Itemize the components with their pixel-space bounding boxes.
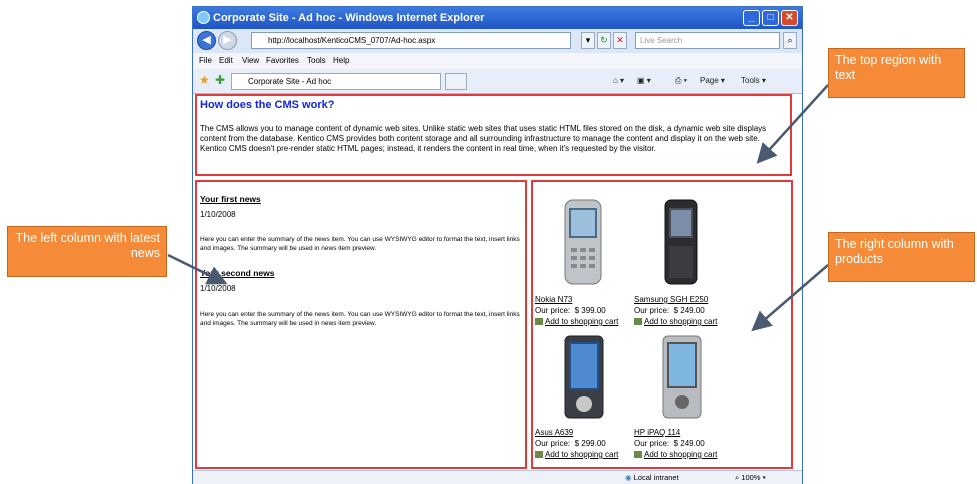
arrow-top	[756, 84, 829, 164]
arrow-right	[751, 264, 829, 332]
callout-right-column: The right column with products	[828, 232, 975, 282]
arrow-left	[167, 253, 228, 285]
callout-left-column: The left column with latest news	[7, 226, 167, 277]
callout-top-region: The top region with text	[828, 48, 965, 98]
